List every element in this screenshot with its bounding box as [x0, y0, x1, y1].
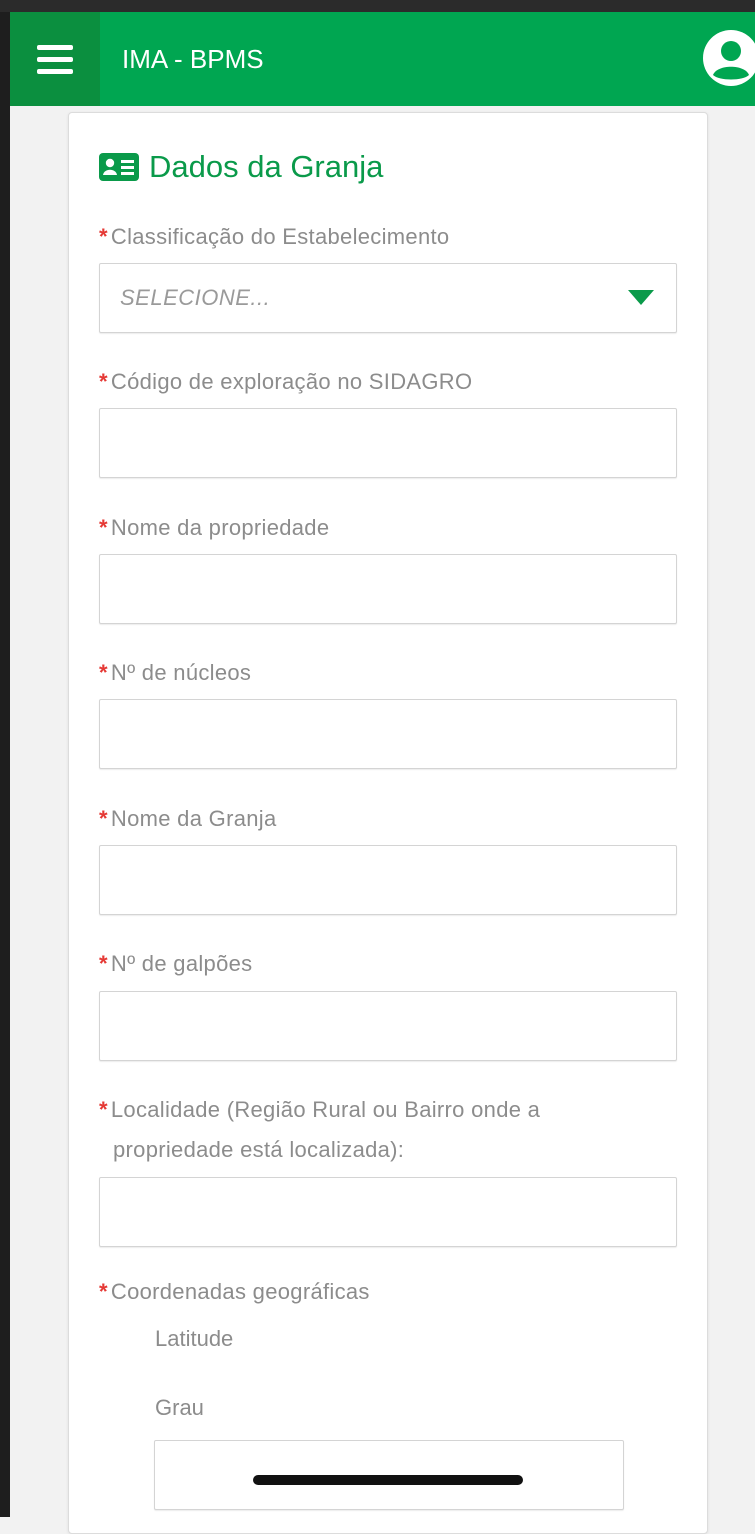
nucleos-label: * Nº de núcleos — [99, 655, 251, 691]
form-card: Dados da Granja * Classificação do Estabe… — [68, 112, 708, 1534]
required-mark: * — [99, 1279, 108, 1304]
classificacao-placeholder: SELECIONE... — [120, 285, 271, 310]
card-title: Dados da Granja — [149, 149, 384, 184]
nucleos-input[interactable] — [99, 699, 677, 769]
hamburger-menu-icon[interactable] — [10, 12, 100, 106]
required-mark: * — [99, 1097, 108, 1122]
classificacao-select[interactable]: SELECIONE... — [99, 263, 677, 333]
id-card-icon — [99, 153, 139, 181]
classificacao-label: * Classificação do Estabelecimento — [99, 219, 449, 255]
home-indicator[interactable] — [253, 1475, 523, 1485]
nome-granja-label-text: Nome da Granja — [110, 806, 277, 831]
required-mark: * — [99, 951, 108, 976]
required-mark: * — [99, 515, 108, 540]
grau-label: Grau — [155, 1395, 204, 1420]
galpoes-label-text: Nº de galpões — [110, 951, 253, 976]
localidade-label-line1: Localidade (Região Rural ou Bairro onde … — [110, 1097, 541, 1122]
required-mark: * — [99, 369, 108, 394]
codigo-label: * Código de exploração no SIDAGRO — [99, 364, 472, 400]
nome-propriedade-label-text: Nome da propriedade — [110, 515, 330, 540]
coordenadas-label-text: Coordenadas geográficas — [110, 1279, 370, 1304]
codigo-label-text: Código de exploração no SIDAGRO — [110, 369, 473, 394]
localidade-label: * Localidade (Região Rural ou Bairro onde… — [99, 1092, 540, 1128]
galpoes-label: * Nº de galpões — [99, 946, 252, 982]
required-mark: * — [99, 224, 108, 249]
status-strip — [0, 0, 755, 12]
nome-granja-input[interactable] — [99, 845, 677, 915]
localidade-input[interactable] — [99, 1177, 677, 1247]
nome-propriedade-label: * Nome da propriedade — [99, 510, 329, 546]
nucleos-label-text: Nº de núcleos — [110, 660, 252, 685]
card-header: Dados da Granja — [99, 149, 383, 185]
required-mark: * — [99, 806, 108, 831]
codigo-input[interactable] — [99, 408, 677, 478]
app-bar: IMA - BPMS — [10, 12, 755, 106]
nome-granja-label: * Nome da Granja — [99, 801, 277, 837]
app-title: IMA - BPMS — [122, 43, 264, 74]
required-mark: * — [99, 660, 108, 685]
galpoes-input[interactable] — [99, 991, 677, 1061]
coordenadas-label: * Coordenadas geográficas — [99, 1274, 370, 1310]
latitude-label: Latitude — [155, 1326, 234, 1351]
localidade-label-line2: propriedade está localizada): — [113, 1137, 405, 1162]
caret-down-icon — [628, 290, 654, 305]
nome-propriedade-input[interactable] — [99, 554, 677, 624]
classificacao-label-text: Classificação do Estabelecimento — [110, 224, 450, 249]
window-edge — [0, 12, 10, 1517]
user-circle-icon[interactable] — [701, 28, 755, 88]
